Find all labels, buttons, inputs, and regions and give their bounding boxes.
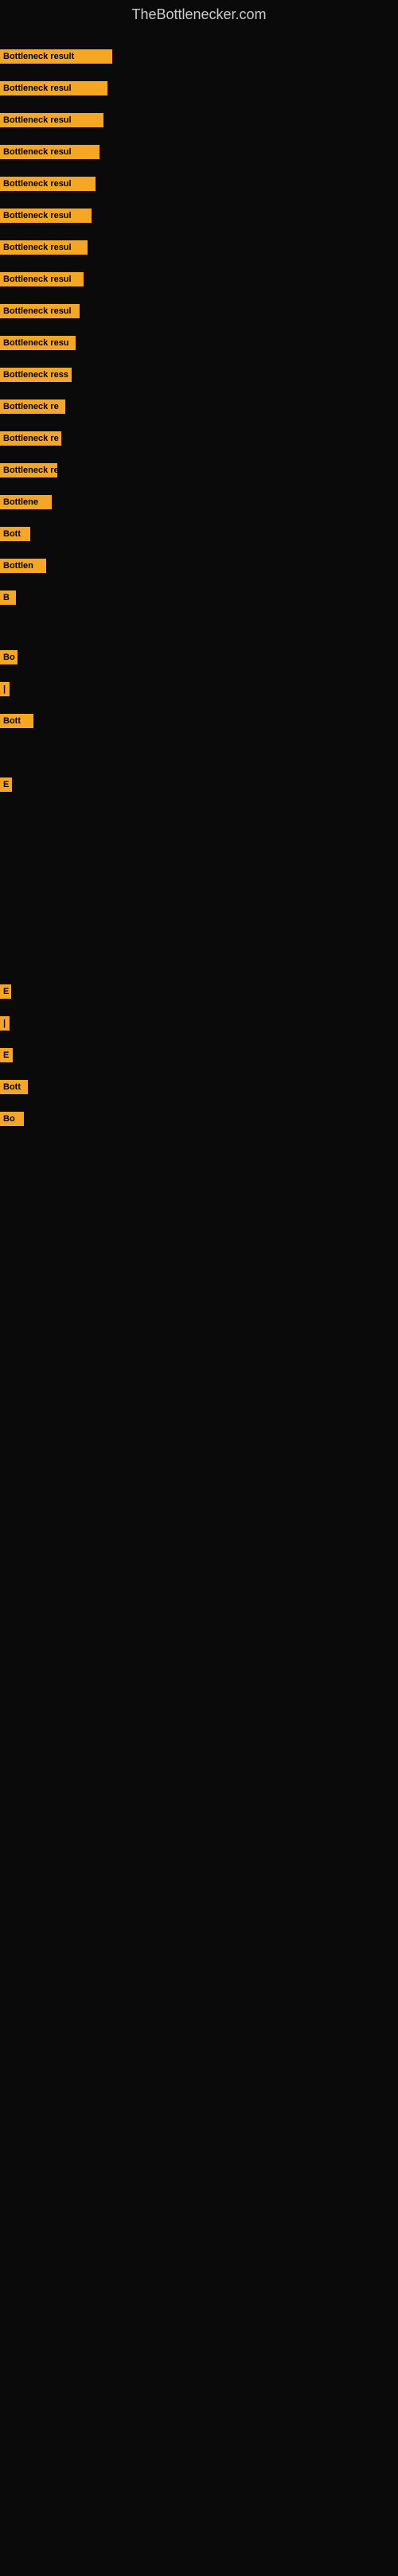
bar-label: |: [0, 682, 10, 696]
bar-row: E: [0, 1048, 398, 1062]
bar-label: Bottleneck resu: [0, 336, 76, 350]
bar-label: Bott: [0, 1080, 28, 1094]
bar-row: Bottlene: [0, 495, 398, 509]
bar-label: Bottlen: [0, 559, 46, 573]
bar-row: |: [0, 1016, 398, 1031]
bar-label: Bottlene: [0, 495, 52, 509]
bar-label: Bottleneck resul: [0, 177, 96, 191]
bar-row: |: [0, 682, 398, 696]
bar-row: Bottleneck resul: [0, 113, 398, 127]
bar-label: Bottleneck re: [0, 431, 61, 446]
bar-label: Bottleneck resul: [0, 304, 80, 318]
bar-label: Bottleneck resul: [0, 113, 103, 127]
bar-label: |: [0, 1016, 10, 1031]
bar-label: Bott: [0, 527, 30, 541]
bar-row: Bott: [0, 1080, 398, 1094]
bar-row: Bo: [0, 650, 398, 664]
bar-label: Bottleneck resul: [0, 208, 92, 223]
bar-label: Bo: [0, 1112, 24, 1126]
bar-row: Bottleneck resu: [0, 336, 398, 350]
bar-label: Bottleneck resul: [0, 81, 107, 95]
bar-row: Bottleneck resul: [0, 240, 398, 255]
bar-row: Bottleneck resul: [0, 81, 398, 95]
bar-row: Bo: [0, 1112, 398, 1126]
bar-row: Bottleneck resul: [0, 208, 398, 223]
bar-label: Bottleneck resul: [0, 272, 84, 286]
bar-row: Bottleneck result: [0, 49, 398, 64]
bar-row: Bottleneck re: [0, 463, 398, 477]
bar-label: E: [0, 777, 12, 792]
bar-label: Bottleneck re: [0, 399, 65, 414]
bar-row: E: [0, 777, 398, 792]
bar-label: Bott: [0, 714, 33, 728]
bar-label: Bo: [0, 650, 18, 664]
site-title: TheBottlenecker.com: [0, 0, 398, 29]
bar-row: Bottleneck resul: [0, 272, 398, 286]
bar-row: Bottleneck resul: [0, 177, 398, 191]
bar-row: B: [0, 590, 398, 605]
bar-row: Bottleneck re: [0, 399, 398, 414]
bar-row: Bottleneck ress: [0, 368, 398, 382]
bar-label: Bottleneck ress: [0, 368, 72, 382]
bar-label: B: [0, 590, 16, 605]
bar-row: Bottleneck resul: [0, 145, 398, 159]
bar-label: Bottleneck re: [0, 463, 57, 477]
bar-label: Bottleneck resul: [0, 145, 100, 159]
bar-row: Bott: [0, 714, 398, 728]
bar-row: Bottleneck resul: [0, 304, 398, 318]
bar-row: Bottlen: [0, 559, 398, 573]
bar-row: E: [0, 984, 398, 999]
bar-label: Bottleneck resul: [0, 240, 88, 255]
bar-row: Bottleneck re: [0, 431, 398, 446]
bar-label: E: [0, 1048, 13, 1062]
bar-row: Bott: [0, 527, 398, 541]
bar-label: E: [0, 984, 11, 999]
bar-label: Bottleneck result: [0, 49, 112, 64]
